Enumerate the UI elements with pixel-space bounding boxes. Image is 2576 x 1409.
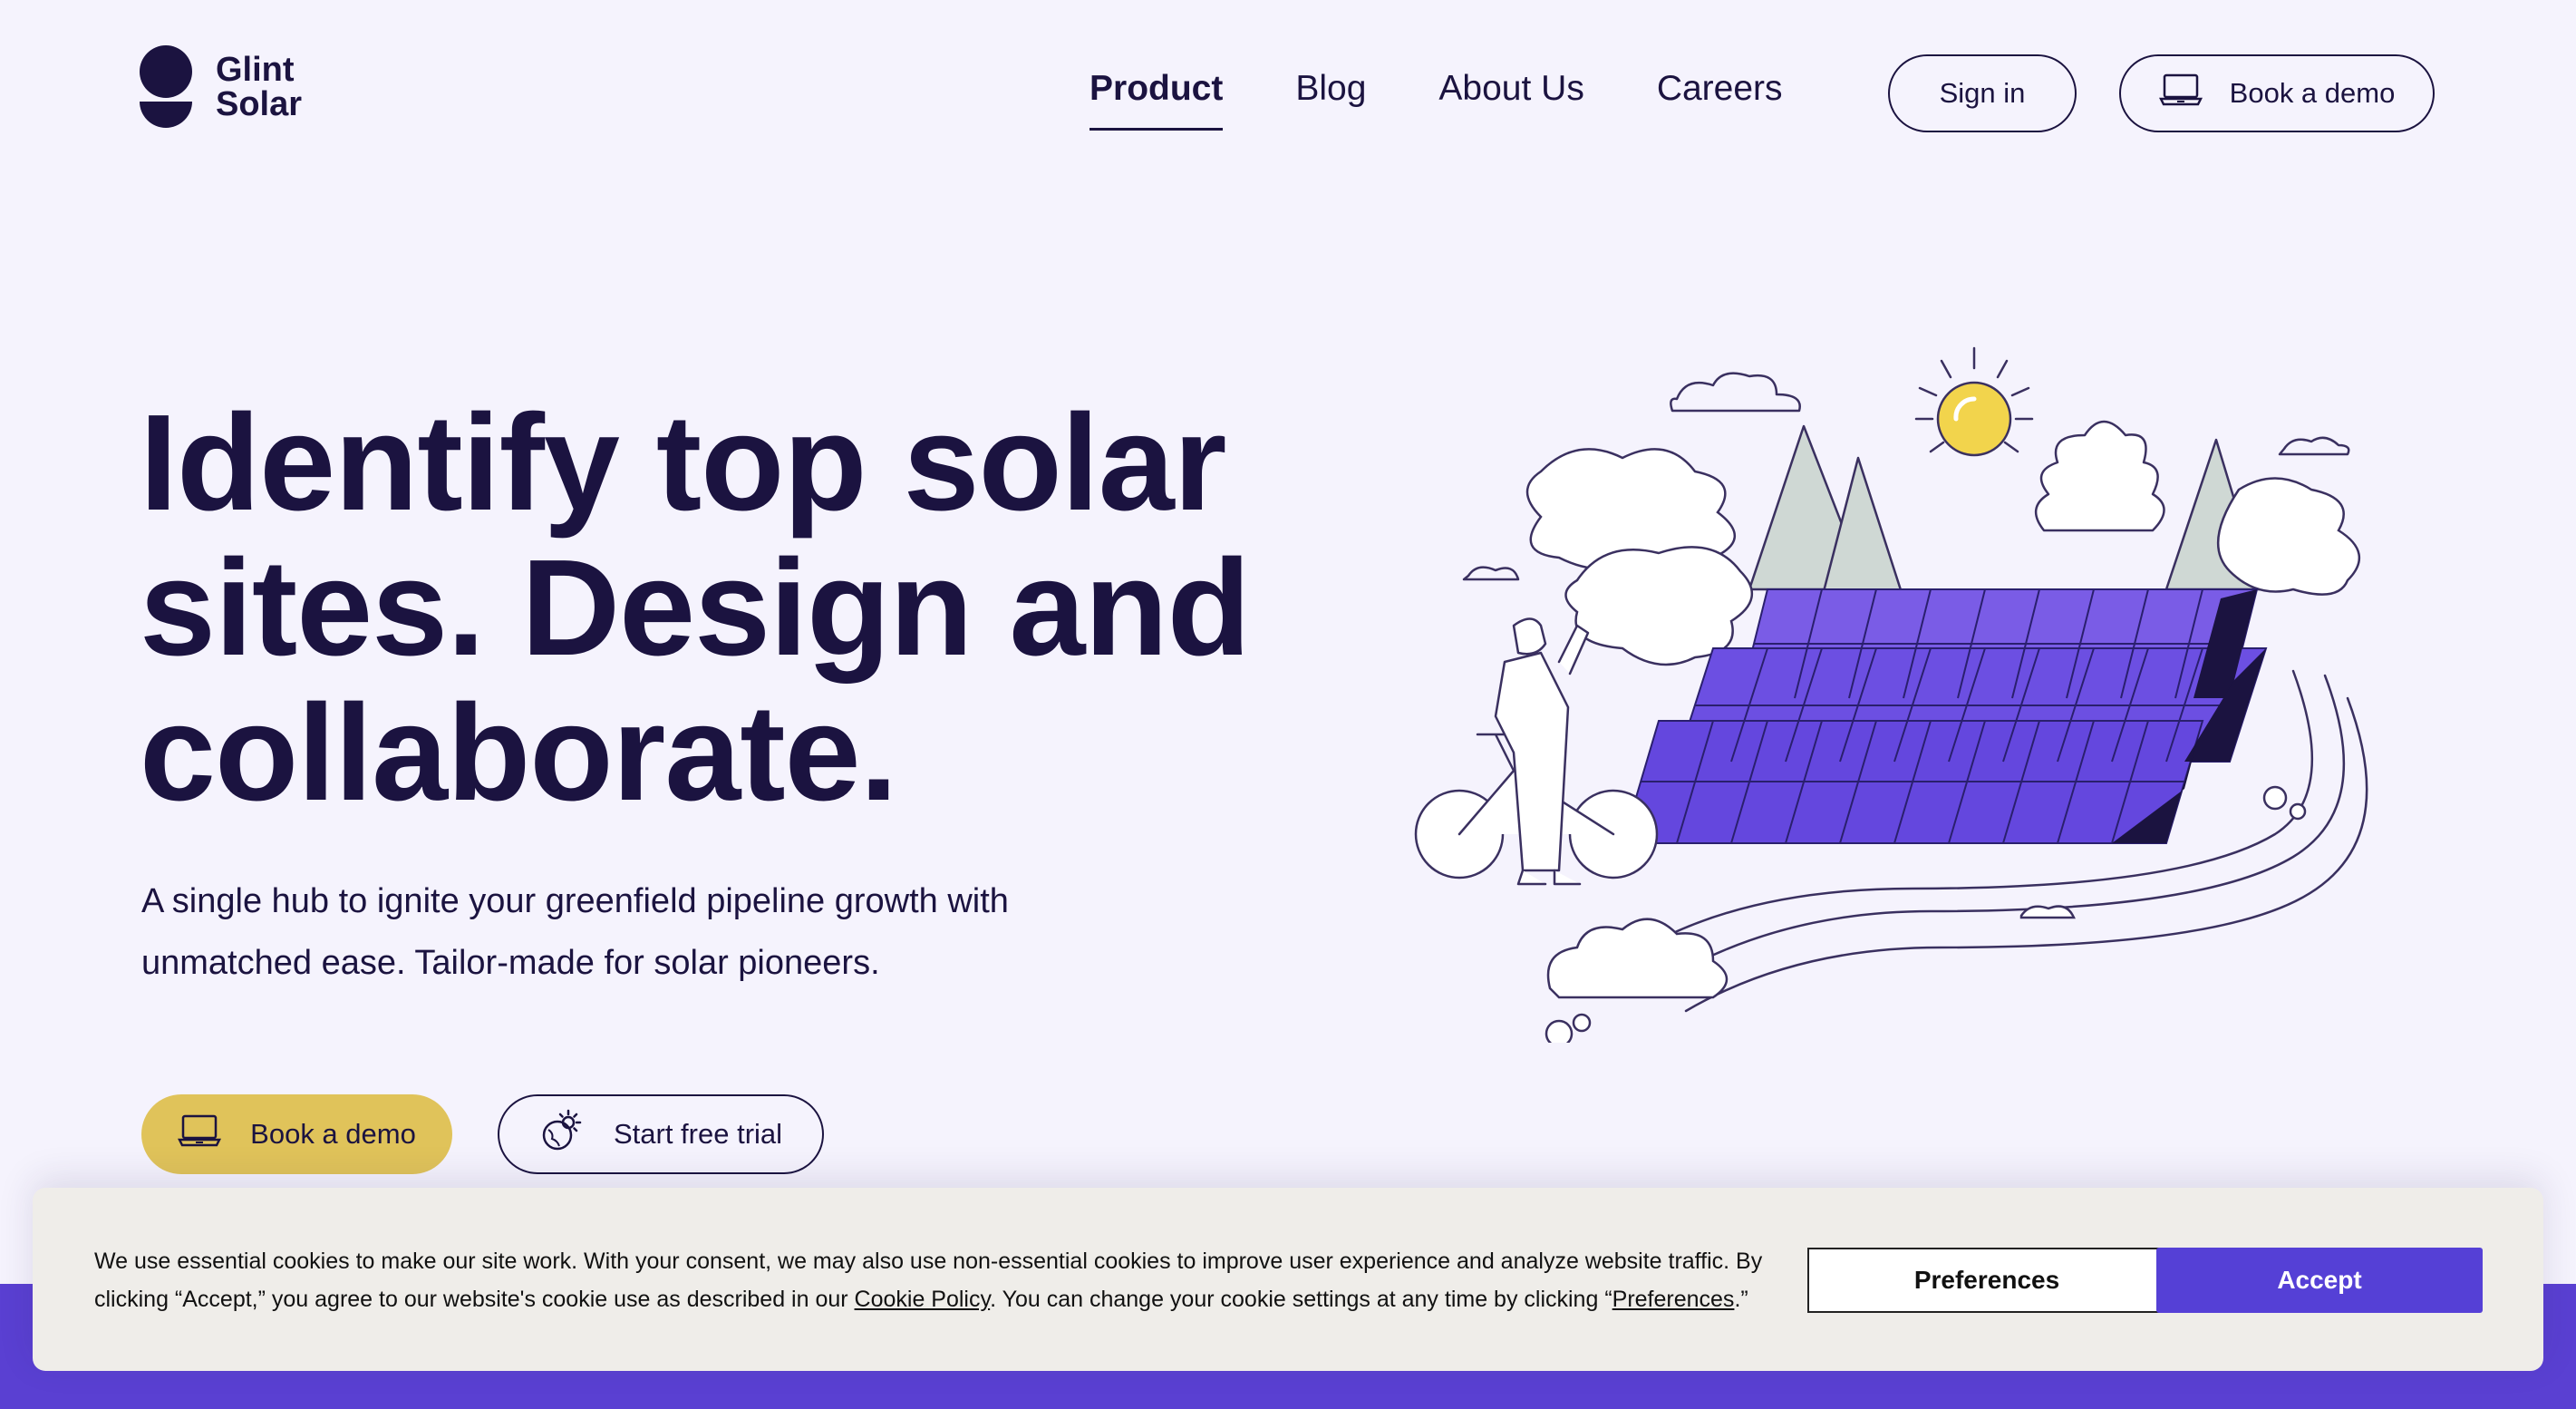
- accept-button[interactable]: Accept: [2156, 1248, 2483, 1313]
- cookie-policy-link[interactable]: Cookie Policy: [855, 1287, 991, 1312]
- cookie-banner: We use essential cookies to make our sit…: [33, 1188, 2543, 1371]
- sign-in-button[interactable]: Sign in: [1888, 54, 2077, 132]
- nav-item-careers[interactable]: Careers: [1657, 69, 1783, 131]
- book-demo-label: Book a demo: [2229, 77, 2396, 109]
- preferences-button[interactable]: Preferences: [1807, 1248, 2166, 1313]
- brand-name: Glint Solar: [216, 51, 303, 123]
- main-nav: Product Blog About Us Careers: [1089, 69, 1783, 131]
- solar-farm-illustration: [1414, 346, 2368, 1043]
- logo-mark-icon: [140, 45, 194, 129]
- nav-item-about-us[interactable]: About Us: [1438, 69, 1583, 131]
- laptop-icon: [2158, 72, 2203, 115]
- book-demo-cta-label: Book a demo: [250, 1118, 416, 1150]
- cookie-message: We use essential cookies to make our sit…: [94, 1242, 1780, 1318]
- cookie-text-part-3: .”: [1734, 1287, 1748, 1312]
- laptop-icon: [178, 1113, 222, 1156]
- cookie-text-part-2: . You can change your cookie settings at…: [990, 1287, 1612, 1312]
- nav-item-product[interactable]: Product: [1089, 69, 1224, 131]
- book-demo-button[interactable]: Book a demo: [141, 1094, 452, 1174]
- hero-title: Identify top solar sites. Design and col…: [140, 385, 1251, 829]
- brand-logo[interactable]: Glint Solar: [140, 45, 302, 129]
- hero-subtitle: A single hub to ignite your greenfield p…: [141, 882, 1009, 982]
- nav-item-blog[interactable]: Blog: [1295, 69, 1366, 131]
- sign-in-label: Sign in: [1939, 77, 2026, 109]
- start-free-trial-label: Start free trial: [613, 1118, 783, 1150]
- book-demo-header-button[interactable]: Book a demo: [2119, 54, 2435, 132]
- start-free-trial-button[interactable]: Start free trial: [498, 1094, 824, 1174]
- preferences-link[interactable]: Preferences: [1612, 1287, 1735, 1312]
- solar-globe-icon: [539, 1108, 585, 1161]
